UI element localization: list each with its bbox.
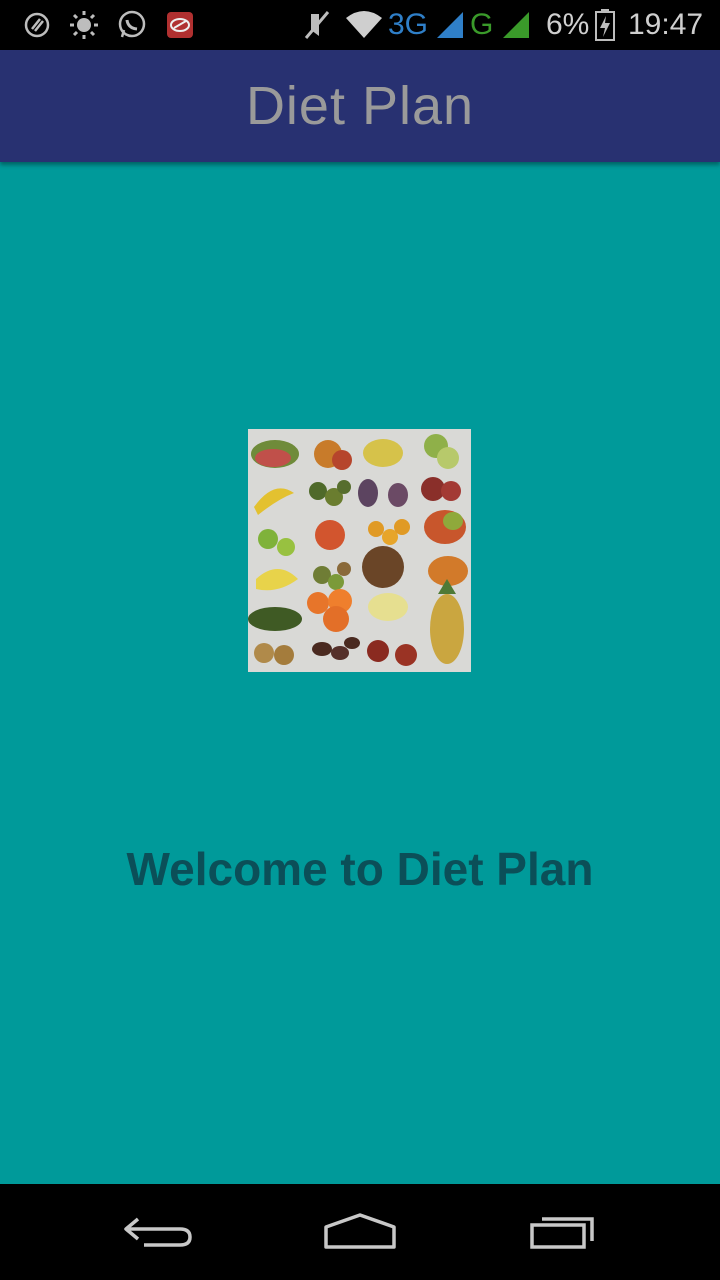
notification-app-icon (164, 10, 196, 40)
home-icon (324, 1213, 396, 1249)
status-bar: 3G G 6% 19:47 (0, 0, 720, 50)
recents-icon (530, 1217, 594, 1249)
whatsapp-icon (116, 10, 148, 40)
network-3g-label: 3G (388, 8, 429, 41)
fruit-collage-image (248, 429, 471, 672)
navigation-bar (0, 1184, 720, 1280)
signal-3g-icon (434, 10, 466, 40)
battery-percent: 6% (546, 8, 590, 41)
battery-charging-icon (594, 9, 616, 41)
clock: 19:47 (628, 8, 704, 41)
main-content: Welcome to Diet Plan (0, 162, 720, 1184)
nfc-icon (22, 10, 52, 40)
home-button[interactable] (315, 1206, 405, 1256)
screen: 3G G 6% 19:47 Diet Plan Welcome to Diet … (0, 0, 720, 1280)
app-title: Diet Plan (245, 76, 475, 136)
back-icon (124, 1217, 192, 1247)
signal-g-icon (500, 10, 532, 40)
network-g-label: G (470, 8, 494, 41)
back-button[interactable] (114, 1206, 204, 1256)
wifi-icon (344, 10, 384, 40)
brightness-icon (68, 10, 100, 40)
mute-icon (302, 10, 332, 40)
action-bar: Diet Plan (0, 50, 720, 162)
recents-button[interactable] (518, 1206, 608, 1256)
welcome-text: Welcome to Diet Plan (126, 843, 594, 895)
